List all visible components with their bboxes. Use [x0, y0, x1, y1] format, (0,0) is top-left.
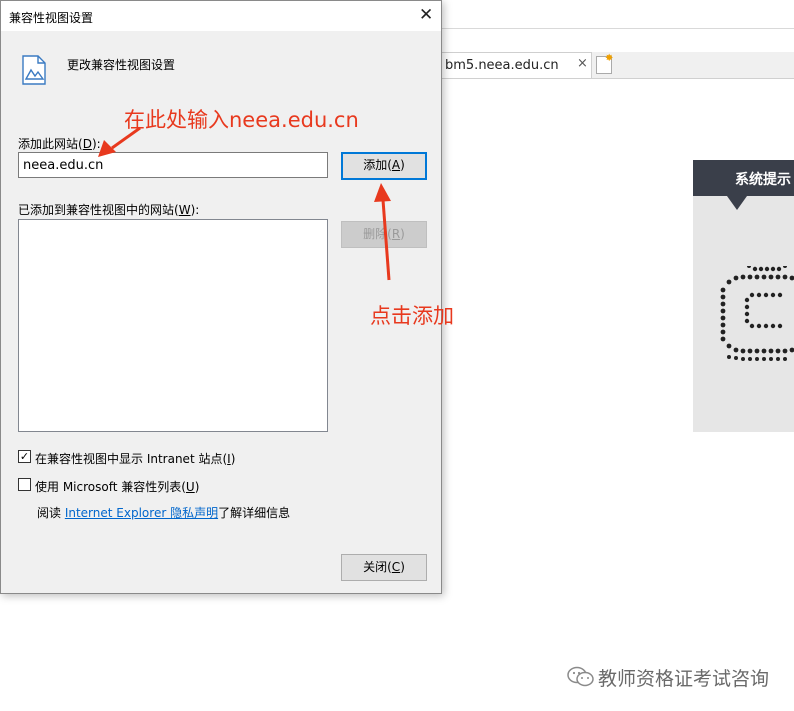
annotation-arrows	[98, 126, 391, 281]
arrow-to-add-button-head	[374, 183, 391, 202]
wechat-icon	[567, 666, 594, 687]
input-annotation: 在此处输入neea.edu.cn	[124, 108, 359, 132]
watermark-text: 教师资格证考试咨询	[598, 668, 770, 690]
add-annotation: 点击添加	[370, 304, 454, 328]
arrow-to-add-button	[381, 199, 391, 281]
